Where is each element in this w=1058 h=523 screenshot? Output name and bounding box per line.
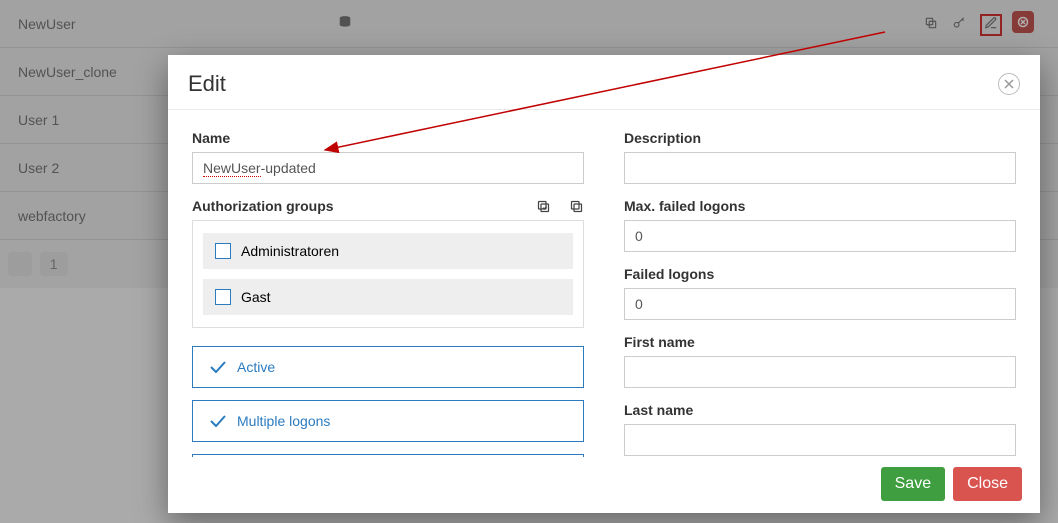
copy-icon[interactable]: [569, 199, 584, 214]
close-button[interactable]: Close: [953, 467, 1022, 501]
auth-group-label: Gast: [241, 289, 271, 305]
save-button[interactable]: Save: [881, 467, 945, 501]
checkbox[interactable]: [215, 243, 231, 259]
auth-groups-box: Administratoren Gast: [192, 220, 584, 328]
max-failed-input[interactable]: [624, 220, 1016, 252]
max-failed-label: Max. failed logons: [624, 198, 1016, 214]
modal-footer: Save Close: [168, 457, 1040, 513]
name-value-part1: NewUser: [203, 160, 261, 177]
check-icon: [209, 361, 227, 373]
auth-group-item[interactable]: Administratoren: [203, 233, 573, 269]
name-value-part2: -updated: [261, 160, 316, 176]
failed-label: Failed logons: [624, 266, 1016, 282]
modal-body: Name NewUser-updated Authorization group…: [168, 110, 1040, 457]
close-icon[interactable]: [998, 73, 1020, 95]
copy-all-icon[interactable]: [536, 199, 551, 214]
modal-title: Edit: [188, 71, 226, 97]
failed-input[interactable]: [624, 288, 1016, 320]
toggle-active[interactable]: Active: [192, 346, 584, 388]
description-label: Description: [624, 130, 1016, 146]
toggle-label: Active: [237, 359, 275, 375]
last-name-label: Last name: [624, 402, 1016, 418]
toggle-label: Multiple logons: [237, 413, 330, 429]
toggle-log-activities[interactable]: Log activities: [192, 454, 584, 457]
last-name-input[interactable]: [624, 424, 1016, 456]
edit-modal: Edit Name NewUser-updated Authorization …: [168, 55, 1040, 513]
description-input[interactable]: [624, 152, 1016, 184]
checkbox[interactable]: [215, 289, 231, 305]
modal-header: Edit: [168, 55, 1040, 110]
name-input[interactable]: NewUser-updated: [192, 152, 584, 184]
name-label: Name: [192, 130, 584, 146]
toggle-multiple-logons[interactable]: Multiple logons: [192, 400, 584, 442]
auth-groups-label: Authorization groups: [192, 198, 334, 214]
auth-group-item[interactable]: Gast: [203, 279, 573, 315]
first-name-input[interactable]: [624, 356, 1016, 388]
first-name-label: First name: [624, 334, 1016, 350]
auth-group-label: Administratoren: [241, 243, 339, 259]
check-icon: [209, 415, 227, 427]
